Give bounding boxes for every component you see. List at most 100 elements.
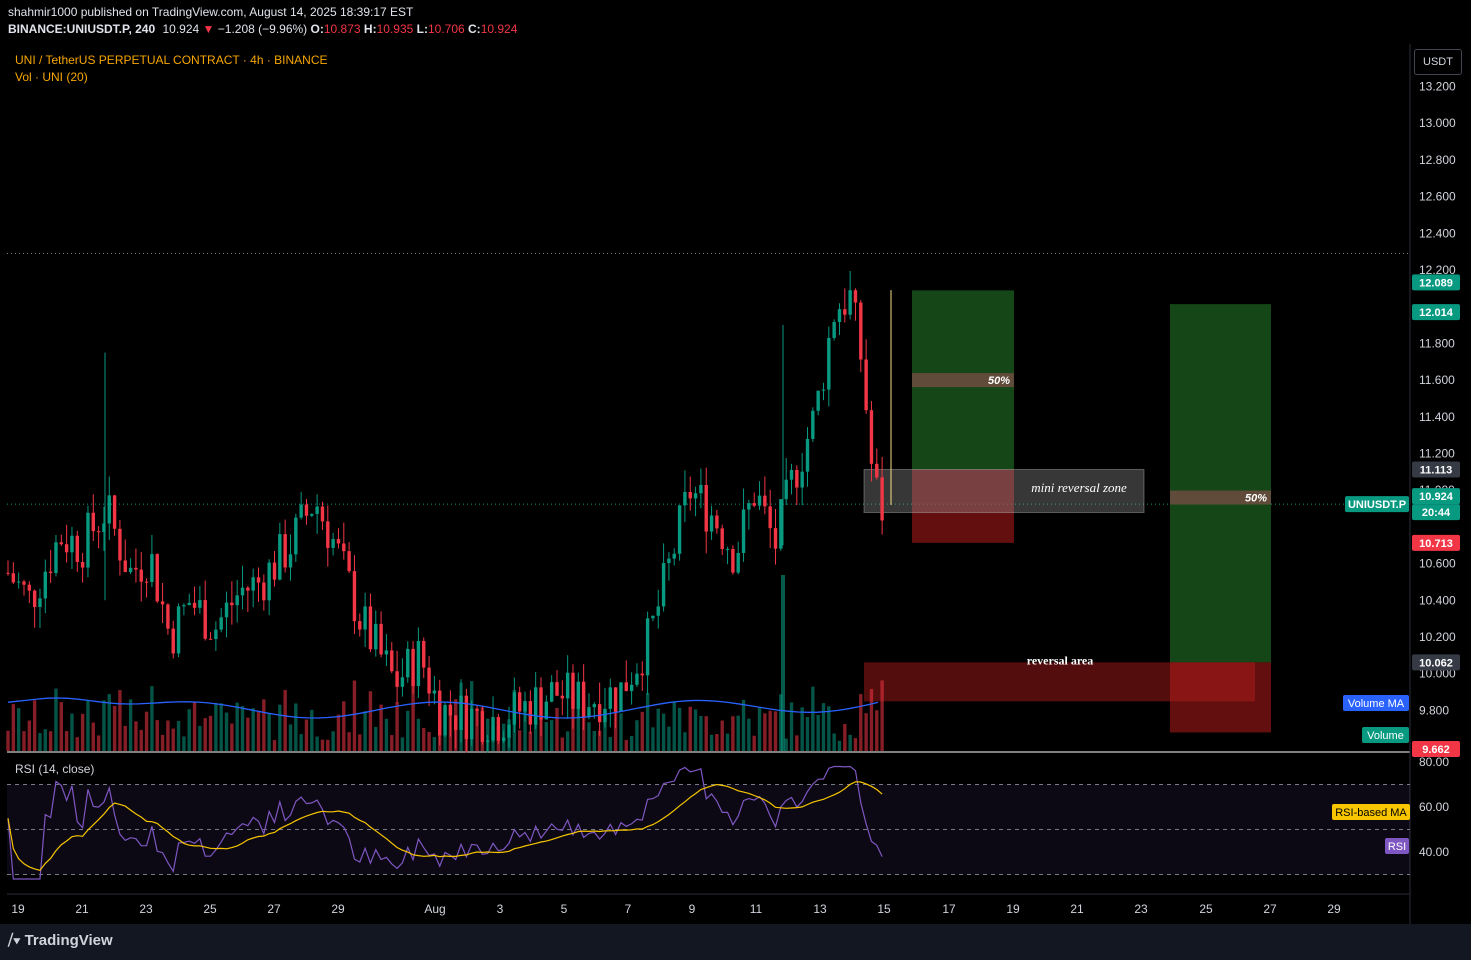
candle-body: [208, 638, 213, 640]
candle-body: [43, 571, 48, 599]
candle-body: [667, 558, 671, 564]
candle-body: [725, 548, 730, 550]
volume-bar: [150, 686, 154, 751]
candle-body: [875, 463, 879, 478]
time-tick-19: 27: [1263, 902, 1277, 916]
annotation-mini-reversal: mini reversal zone: [1031, 480, 1127, 495]
currency-button[interactable]: USDT: [1414, 49, 1462, 75]
candle-body: [699, 484, 703, 494]
candle-body: [171, 628, 175, 654]
candle-body: [645, 618, 650, 676]
candle-body: [709, 515, 714, 532]
candle-body: [827, 337, 831, 390]
volume-bar: [299, 734, 303, 751]
volume-bar: [800, 707, 804, 751]
volume-bar: [656, 708, 660, 751]
candle-body: [342, 543, 346, 552]
candle-body: [400, 677, 405, 687]
candle-body: [347, 551, 351, 572]
candle-body: [704, 484, 708, 532]
candle-body: [283, 534, 287, 568]
volume-bar: [128, 699, 133, 751]
volume-bar: [725, 733, 730, 751]
time-tick-6: Aug: [424, 902, 445, 916]
volume-bar: [763, 713, 767, 751]
price-chart[interactable]: 13.20013.00012.80012.60012.40012.20011.8…: [0, 0, 1471, 924]
candle-body: [539, 687, 543, 720]
volume-bar: [294, 703, 298, 751]
reversal-area-zone: [864, 662, 1255, 702]
volume-bar: [192, 701, 197, 751]
candle-body: [427, 667, 431, 694]
volume-bar: [486, 718, 490, 751]
volume-bar: [795, 735, 799, 751]
volume-bar: [736, 715, 740, 751]
candle-body: [763, 495, 767, 507]
volume-bar: [747, 718, 751, 751]
volume-bar: [805, 716, 810, 751]
volume-bar: [608, 737, 612, 751]
price-label-3: UNIUSDT.P: [1348, 499, 1406, 511]
time-tick-14: 17: [942, 902, 956, 916]
time-tick-5: 29: [331, 902, 345, 916]
volume-bar: [187, 709, 191, 751]
candle-body: [91, 512, 95, 532]
volume-bar: [416, 718, 421, 751]
candle-body: [240, 587, 245, 596]
candle-body: [38, 598, 42, 607]
volume-bar: [86, 700, 90, 751]
candle-body: [187, 602, 191, 606]
volume-bar: [773, 711, 778, 751]
volume-bar: [422, 728, 426, 751]
candle-body: [294, 517, 298, 555]
volume-bar: [390, 735, 394, 751]
candle-body: [784, 479, 788, 500]
candle-body: [555, 682, 559, 696]
volume-bar: [565, 731, 570, 751]
candle-body: [683, 491, 687, 506]
price-tick-12: 10.400: [1419, 593, 1456, 607]
price-label-5: 20:44: [1422, 507, 1451, 519]
volume-bar: [432, 737, 437, 751]
volume-bar: [406, 710, 410, 751]
volume-bar: [352, 680, 357, 751]
candle-body: [32, 590, 37, 607]
volume-bar: [368, 691, 373, 751]
position-2-target-zone: [1170, 304, 1271, 663]
price-label-6: 10.713: [1419, 538, 1453, 550]
candle-body: [299, 504, 303, 518]
volume-bar: [176, 720, 181, 751]
candle-body: [432, 690, 437, 694]
candle-body: [747, 503, 751, 510]
candle-body: [640, 673, 644, 676]
volume-bar: [827, 706, 831, 751]
time-tick-2: 23: [139, 902, 153, 916]
candle-body: [331, 539, 335, 548]
rsi-legend[interactable]: RSI (14, close): [15, 762, 94, 776]
candle-body: [230, 602, 234, 606]
rsi-tick-1: 60.00: [1419, 800, 1449, 814]
volume-bar: [219, 703, 223, 751]
volume-bar: [480, 707, 485, 751]
candle-body: [262, 582, 266, 601]
candle-body: [219, 617, 223, 630]
volume-bar: [512, 689, 517, 751]
volume-bar: [619, 713, 623, 751]
candle-body: [134, 567, 138, 570]
tradingview-logo[interactable]: ⧸▾ TradingView: [8, 932, 113, 949]
volume-bar: [629, 735, 634, 751]
volume-bar: [256, 710, 261, 751]
volume-bar: [832, 733, 836, 751]
volume-bar: [342, 701, 346, 751]
candle-body: [22, 581, 26, 585]
time-tick-9: 7: [625, 902, 632, 916]
candle-body: [246, 587, 250, 591]
volume-legend[interactable]: Vol · UNI (20): [15, 70, 88, 84]
candle-body: [779, 499, 783, 549]
symbol-legend[interactable]: UNI / TetherUS PERPETUAL CONTRACT · 4h ·…: [15, 53, 328, 67]
volume-bar: [693, 709, 698, 751]
candle-body: [624, 682, 628, 692]
candle-body: [800, 471, 804, 488]
time-tick-0: 19: [11, 902, 25, 916]
candle-body: [789, 469, 794, 480]
